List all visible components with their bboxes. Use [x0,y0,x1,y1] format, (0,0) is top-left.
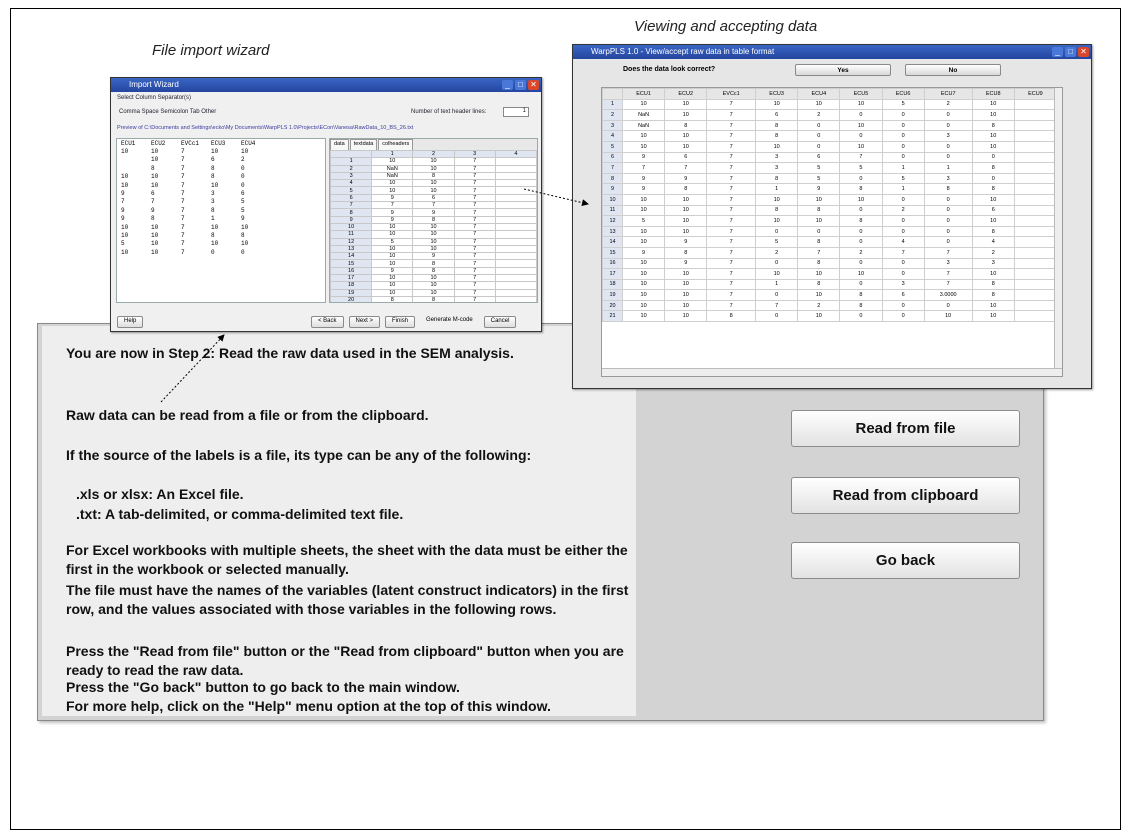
arrow-to-wizard [160,334,225,403]
pointer-arrows [160,188,589,403]
arrow-to-viewer [523,188,589,207]
